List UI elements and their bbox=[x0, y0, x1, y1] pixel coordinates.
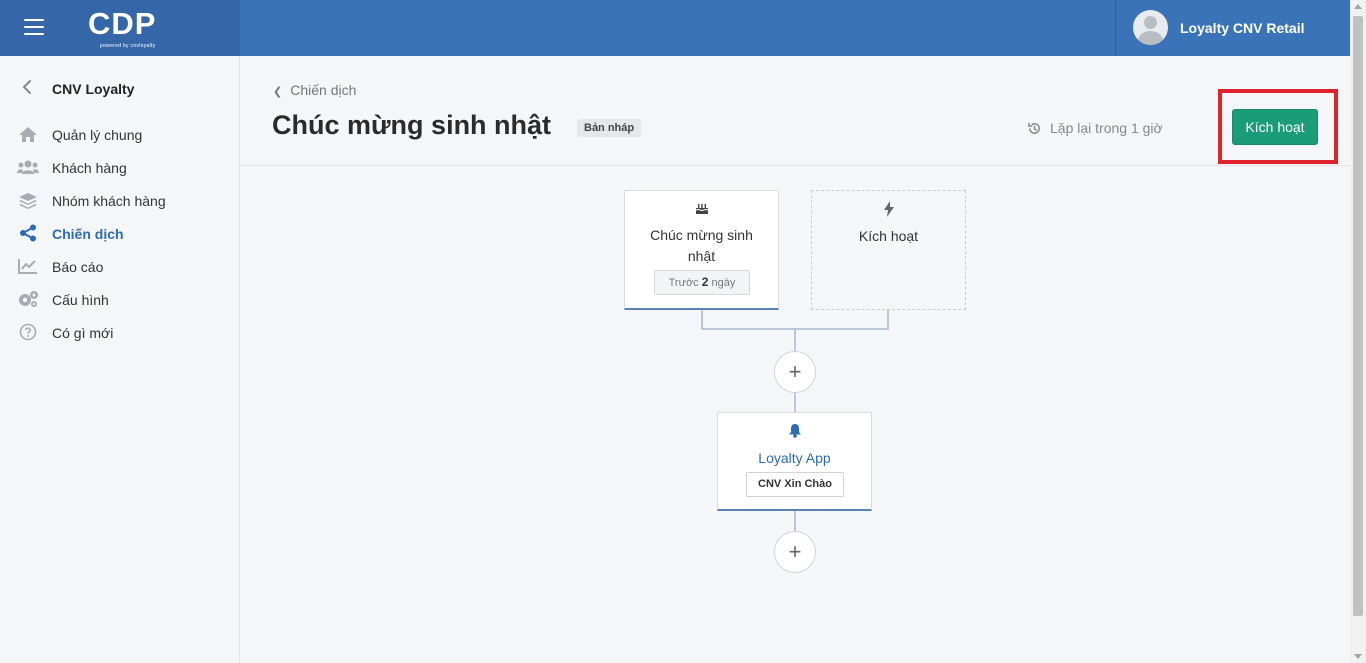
gears-icon bbox=[17, 289, 39, 309]
history-icon bbox=[1028, 122, 1040, 134]
add-step-button[interactable]: + bbox=[774, 351, 816, 393]
scroll-down-icon[interactable] bbox=[1354, 654, 1362, 659]
org-name: CNV Loyalty bbox=[52, 81, 135, 97]
timing-suffix: ngày bbox=[711, 277, 736, 289]
connector-line bbox=[794, 511, 796, 531]
action-card[interactable]: Loyalty App CNV Xin Chào bbox=[717, 412, 872, 511]
chart-line-icon bbox=[17, 256, 39, 276]
sidebar-item-label: Khách hàng bbox=[52, 160, 127, 176]
activate-button[interactable]: Kích hoạt bbox=[1232, 109, 1318, 145]
sidebar-item-label: Nhóm khách hàng bbox=[52, 193, 166, 209]
birthday-cake-icon bbox=[625, 201, 778, 215]
sidebar-item-reports[interactable]: Báo cáo bbox=[0, 250, 239, 283]
connector-line bbox=[887, 310, 889, 330]
timing-number: 2 bbox=[701, 275, 709, 289]
status-badge: Bản nháp bbox=[577, 119, 642, 137]
connector-line bbox=[794, 328, 796, 352]
breadcrumb-label: Chiến dịch bbox=[290, 82, 357, 98]
scroll-thumb[interactable] bbox=[1353, 16, 1363, 616]
highlight-frame: Kích hoạt bbox=[1218, 89, 1338, 164]
sidebar-item-label: Chiến dịch bbox=[52, 226, 124, 242]
breadcrumb[interactable]: ❮ Chiến dịch bbox=[273, 82, 356, 98]
users-icon bbox=[17, 157, 39, 177]
sidebar: CNV Loyalty Quản lý chung Khách hàng Nhó… bbox=[0, 56, 240, 663]
home-icon bbox=[17, 124, 39, 144]
flow-canvas: Chúc mừng sinh nhật Trước 2 ngày Kích ho… bbox=[240, 167, 1350, 663]
share-icon bbox=[17, 223, 39, 243]
page-title: Chúc mừng sinh nhật bbox=[272, 110, 552, 140]
sidebar-item-customer-groups[interactable]: Nhóm khách hàng bbox=[0, 184, 239, 217]
sidebar-item-overview[interactable]: Quản lý chung bbox=[0, 118, 239, 151]
logo[interactable]: CDP bbox=[88, 6, 156, 42]
connector-line bbox=[794, 392, 796, 412]
timing-tag: Trước 2 ngày bbox=[654, 270, 750, 295]
layers-icon bbox=[17, 190, 39, 210]
user-menu[interactable]: Loyalty CNV Retail bbox=[1115, 0, 1350, 56]
sidebar-item-customers[interactable]: Khách hàng bbox=[0, 151, 239, 184]
sidebar-item-settings[interactable]: Cấu hình bbox=[0, 283, 239, 316]
connector-line bbox=[701, 310, 703, 330]
main-content: ❮ Chiến dịch Chúc mừng sinh nhật Bản nháp… bbox=[240, 56, 1350, 663]
brand-area: CDP powered by cnvloyalty bbox=[0, 0, 240, 56]
bell-icon bbox=[718, 423, 871, 438]
hamburger-menu-icon[interactable] bbox=[24, 19, 44, 35]
sidebar-item-label: Cấu hình bbox=[52, 292, 109, 308]
logo-tagline: powered by cnvloyalty bbox=[100, 43, 156, 49]
repeat-label: Lặp lại trong 1 giờ bbox=[1050, 120, 1163, 136]
action-card-title: Loyalty App bbox=[758, 450, 831, 466]
page-scrollbar[interactable] bbox=[1350, 0, 1366, 663]
page-header: ❮ Chiến dịch Chúc mừng sinh nhật Bản nháp… bbox=[240, 56, 1350, 166]
message-tag: CNV Xin Chào bbox=[746, 472, 844, 497]
activate-card-title: Kích hoạt bbox=[858, 228, 919, 244]
trigger-card-title: Chúc mừng sinh nhật bbox=[650, 227, 753, 264]
activate-card[interactable]: Kích hoạt bbox=[811, 190, 966, 310]
top-bar: CDP powered by cnvloyalty Loyalty CNV Re… bbox=[0, 0, 1350, 56]
sidebar-item-whats-new[interactable]: Có gì mới bbox=[0, 316, 239, 349]
sidebar-item-label: Có gì mới bbox=[52, 325, 114, 341]
question-circle-icon bbox=[17, 322, 39, 342]
sidebar-item-campaigns[interactable]: Chiến dịch bbox=[0, 217, 239, 250]
sidebar-item-label: Quản lý chung bbox=[52, 127, 143, 143]
bolt-icon bbox=[812, 201, 965, 217]
avatar[interactable] bbox=[1133, 10, 1168, 45]
chevron-left-icon: ❮ bbox=[273, 86, 283, 98]
add-step-button[interactable]: + bbox=[774, 531, 816, 573]
repeat-schedule[interactable]: Lặp lại trong 1 giờ bbox=[1027, 120, 1163, 136]
scroll-up-icon[interactable] bbox=[1354, 4, 1362, 9]
sidebar-item-label: Báo cáo bbox=[52, 259, 104, 275]
user-name[interactable]: Loyalty CNV Retail bbox=[1180, 20, 1304, 36]
timing-prefix: Trước bbox=[668, 277, 699, 289]
sidebar-nav: Quản lý chung Khách hàng Nhóm khách hàng… bbox=[0, 118, 239, 349]
chevron-left-icon[interactable] bbox=[20, 79, 34, 95]
trigger-card[interactable]: Chúc mừng sinh nhật Trước 2 ngày bbox=[624, 190, 779, 310]
